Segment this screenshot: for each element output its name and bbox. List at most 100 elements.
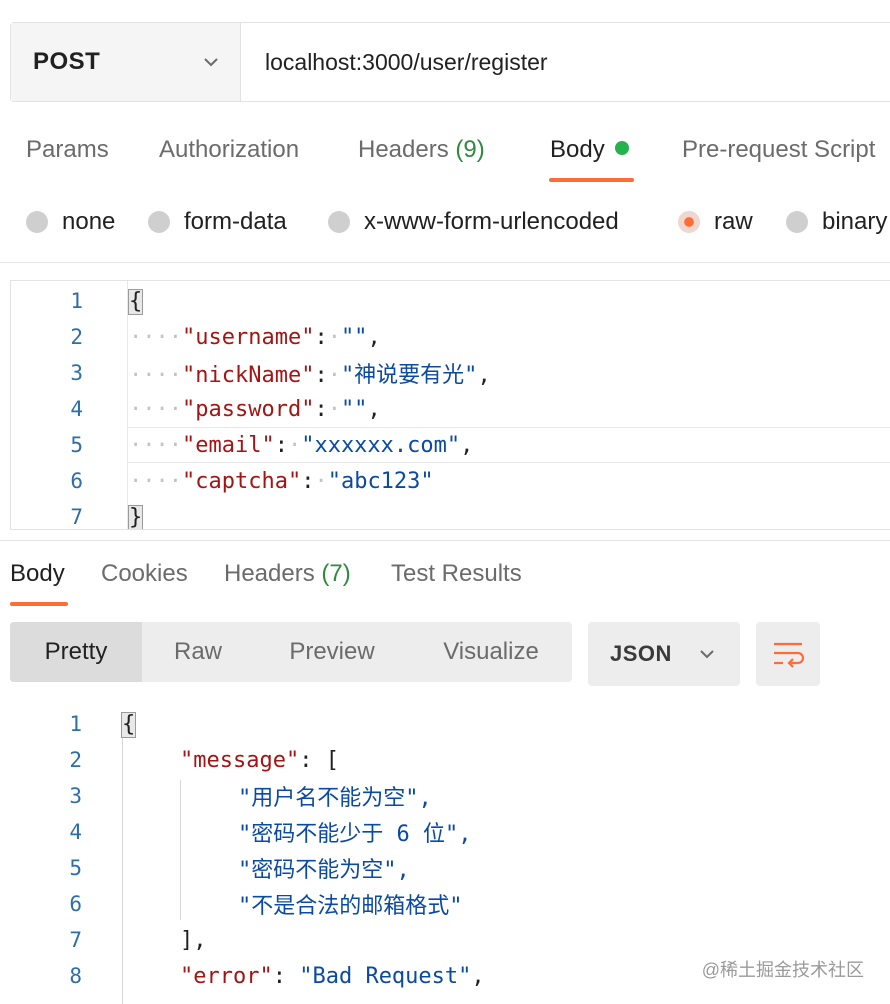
line-number: 3 bbox=[69, 784, 82, 808]
radio-circle bbox=[328, 211, 350, 233]
line-number: 4 bbox=[69, 820, 82, 844]
code-line: 3 "用户名不能为空", bbox=[0, 778, 890, 814]
tab-body-label: Body bbox=[550, 136, 605, 163]
radio-raw[interactable]: raw bbox=[678, 202, 753, 242]
tab-params[interactable]: Params bbox=[26, 128, 109, 172]
resp-headers-count: (7) bbox=[321, 560, 351, 587]
line-number: 1 bbox=[69, 712, 82, 736]
resp-tab-cookies-label: Cookies bbox=[101, 560, 188, 587]
wrap-lines-icon bbox=[774, 642, 804, 668]
method-select[interactable]: POST bbox=[11, 23, 241, 101]
divider bbox=[0, 262, 890, 263]
json-key: "error" bbox=[180, 963, 273, 989]
line-number: 8 bbox=[69, 964, 82, 988]
tab-authorization[interactable]: Authorization bbox=[159, 128, 299, 172]
format-select[interactable]: JSON bbox=[588, 622, 740, 686]
json-value: "密码不能少于 6 位", bbox=[238, 822, 472, 847]
radio-urlencoded-label: x-www-form-urlencoded bbox=[364, 208, 619, 235]
open-brace: { bbox=[127, 288, 144, 315]
code-line: 7 } bbox=[11, 499, 890, 530]
response-tabs: Body Cookies Headers (7) Test Results bbox=[0, 552, 890, 608]
radio-form-data-label: form-data bbox=[184, 208, 287, 235]
resp-tab-body[interactable]: Body bbox=[10, 552, 65, 596]
radio-none-label: none bbox=[62, 208, 116, 235]
json-value: "" bbox=[340, 396, 368, 422]
tab-pre-request-script[interactable]: Pre-request Script bbox=[682, 128, 875, 172]
code-line: 7 ], bbox=[0, 922, 890, 958]
json-key: "username" bbox=[181, 324, 315, 350]
radio-circle bbox=[786, 211, 808, 233]
view-visualize-button[interactable]: Visualize bbox=[410, 622, 572, 682]
json-value: "abc123" bbox=[327, 468, 434, 494]
line-number: 1 bbox=[70, 289, 83, 313]
json-value: "用户名不能为空", bbox=[238, 786, 432, 811]
headers-count: (9) bbox=[455, 136, 485, 163]
radio-form-data[interactable]: form-data bbox=[148, 202, 287, 242]
open-brace: { bbox=[120, 711, 137, 738]
array-close: ], bbox=[180, 927, 207, 953]
code-line: 5 "密码不能为空", bbox=[0, 850, 890, 886]
json-key: "email" bbox=[181, 432, 275, 458]
format-label: JSON bbox=[610, 641, 672, 666]
wrap-lines-button[interactable] bbox=[756, 622, 820, 686]
line-number: 6 bbox=[69, 892, 82, 916]
json-value: "" bbox=[340, 324, 368, 350]
radio-circle-selected bbox=[678, 211, 700, 233]
line-number: 7 bbox=[69, 928, 82, 952]
json-key: "message" bbox=[180, 747, 300, 773]
json-key: "password" bbox=[181, 396, 315, 422]
json-value: "Bad Request" bbox=[299, 963, 472, 989]
code-line: 4 "密码不能少于 6 位", bbox=[0, 814, 890, 850]
code-line: 6 ····"captcha":·"abc123" bbox=[11, 463, 890, 499]
code-line: 1 { bbox=[0, 706, 890, 742]
radio-circle bbox=[26, 211, 48, 233]
radio-urlencoded[interactable]: x-www-form-urlencoded bbox=[328, 202, 619, 242]
radio-binary[interactable]: binary bbox=[786, 202, 887, 242]
tab-pre-request-label: Pre-request Script bbox=[682, 136, 876, 163]
request-bar: POST localhost:3000/user/register bbox=[10, 22, 890, 102]
radio-binary-label: binary bbox=[822, 208, 888, 235]
json-value: "xxxxxx.com" bbox=[301, 432, 461, 458]
request-body-editor[interactable]: 1 { 2 ····"username":·"", 3 ····"nickNam… bbox=[10, 280, 890, 530]
resp-tab-headers[interactable]: Headers (7) bbox=[224, 552, 351, 596]
close-brace: } bbox=[127, 504, 144, 530]
request-tabs: Params Authorization Headers (9) Body Pr… bbox=[0, 128, 890, 184]
view-pretty-button[interactable]: Pretty bbox=[10, 622, 142, 682]
tab-authorization-label: Authorization bbox=[159, 136, 300, 163]
code-line: 2 "message": [ bbox=[0, 742, 890, 778]
resp-tab-cookies[interactable]: Cookies bbox=[101, 552, 188, 596]
tab-body[interactable]: Body bbox=[550, 128, 629, 172]
url-input[interactable]: localhost:3000/user/register bbox=[241, 23, 890, 101]
code-line: 2 ····"username":·"", bbox=[11, 319, 890, 355]
resp-tab-test-results-label: Test Results bbox=[391, 560, 522, 587]
line-number: 2 bbox=[70, 325, 83, 349]
resp-tab-test-results[interactable]: Test Results bbox=[391, 552, 522, 596]
code-line: 5 ····"email":·"xxxxxx.com", bbox=[11, 427, 890, 463]
code-line: 1 { bbox=[11, 283, 890, 319]
chevron-down-icon bbox=[204, 58, 218, 67]
json-key: "nickName" bbox=[181, 363, 315, 388]
body-type-options: none form-data x-www-form-urlencoded raw… bbox=[0, 202, 890, 242]
line-number: 5 bbox=[69, 856, 82, 880]
json-value: "密码不能为空", bbox=[238, 858, 410, 883]
line-number: 6 bbox=[70, 469, 83, 493]
json-key: "captcha" bbox=[181, 468, 302, 494]
view-preview-button[interactable]: Preview bbox=[254, 622, 410, 682]
code-line: 6 "不是合法的邮箱格式" bbox=[0, 886, 890, 922]
line-number: 7 bbox=[70, 505, 83, 529]
tab-headers-label: Headers bbox=[358, 136, 449, 163]
line-number: 4 bbox=[70, 397, 83, 421]
view-raw-button[interactable]: Raw bbox=[142, 622, 254, 682]
chevron-down-icon bbox=[700, 650, 714, 659]
active-tab-underline bbox=[10, 602, 68, 606]
json-value: "神说要有光" bbox=[340, 363, 478, 388]
line-number: 5 bbox=[70, 433, 83, 457]
resp-tab-body-label: Body bbox=[10, 560, 65, 587]
code-line: 3 ····"nickName":·"神说要有光", bbox=[11, 355, 890, 391]
radio-circle bbox=[148, 211, 170, 233]
active-tab-underline bbox=[549, 178, 634, 182]
tab-headers[interactable]: Headers (9) bbox=[358, 128, 485, 172]
radio-none[interactable]: none bbox=[26, 202, 115, 242]
json-value: "不是合法的邮箱格式" bbox=[238, 894, 463, 919]
method-label: POST bbox=[33, 48, 101, 75]
